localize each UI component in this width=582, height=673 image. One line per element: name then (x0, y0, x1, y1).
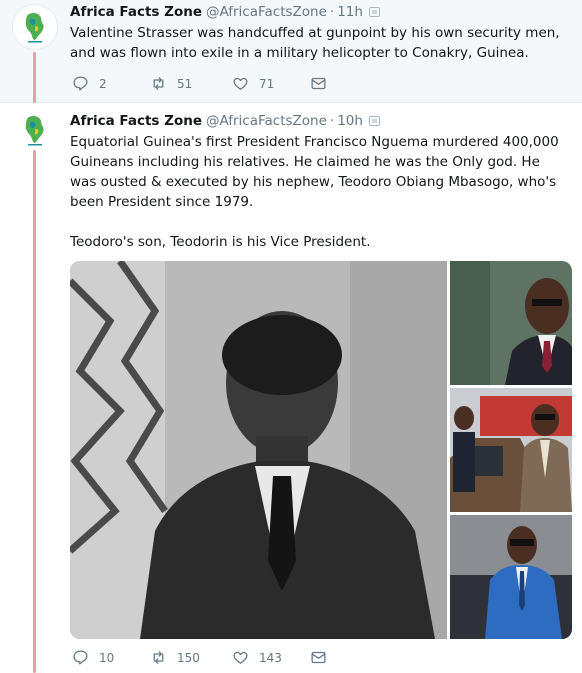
reply-count: 2 (99, 76, 107, 91)
tweet-media-grid (70, 261, 572, 639)
photo-main[interactable] (70, 261, 447, 639)
like-button[interactable]: 143 (232, 649, 310, 666)
tweet-text: Equatorial Guinea's first President Fran… (70, 134, 559, 250)
direct-message-button[interactable] (310, 649, 327, 666)
reply-button[interactable]: 2 (72, 75, 150, 92)
author-name[interactable]: Africa Facts Zone (70, 112, 202, 130)
avatar[interactable] (12, 4, 58, 50)
like-button[interactable]: 71 (232, 75, 310, 92)
tweet-header: Africa Facts Zone @AfricaFactsZone · 10h (70, 112, 570, 130)
retweet-button[interactable]: 51 (150, 75, 232, 92)
photo-teodorin-car (450, 388, 572, 512)
tweet-header: Africa Facts Zone @AfricaFactsZone · 11h (70, 3, 570, 21)
reply-icon (73, 650, 88, 665)
tweet-content: Africa Facts Zone @AfricaFactsZone · 10h… (70, 112, 570, 252)
photo-teodoro-obiang (450, 261, 572, 385)
thread-connector-line (33, 150, 36, 673)
tweet-content: Africa Facts Zone @AfricaFactsZone · 11h… (70, 3, 570, 63)
like-count: 143 (259, 650, 282, 665)
photo-side-3[interactable] (450, 515, 572, 639)
heart-icon (233, 651, 248, 664)
avatar[interactable] (12, 107, 58, 153)
africa-facts-zone-logo-icon (25, 115, 44, 146)
thread-connector-line (33, 52, 36, 103)
author-handle[interactable]: @AfricaFactsZone (206, 3, 327, 21)
reply-icon (73, 76, 88, 91)
caret-down-icon[interactable] (368, 7, 380, 17)
tweet-1[interactable]: Africa Facts Zone @AfricaFactsZone · 11h… (0, 0, 582, 103)
author-handle[interactable]: @AfricaFactsZone (206, 112, 327, 130)
direct-message-button[interactable] (310, 75, 327, 92)
retweet-icon (153, 651, 164, 664)
envelope-icon (311, 77, 326, 90)
caret-down-icon[interactable] (368, 116, 380, 126)
reply-count: 10 (99, 650, 115, 665)
author-name[interactable]: Africa Facts Zone (70, 3, 202, 21)
tweet-actions: 10 150 143 (72, 649, 327, 666)
tweet-text: Valentine Strasser was handcuffed at gun… (70, 25, 564, 61)
photo-side-2[interactable] (450, 388, 572, 512)
retweet-count: 51 (177, 76, 193, 91)
retweet-button[interactable]: 150 (150, 649, 232, 666)
timestamp[interactable]: 11h (337, 3, 363, 21)
photo-teodorin-blue-suit (450, 515, 572, 639)
reply-button[interactable]: 10 (72, 649, 150, 666)
separator-dot: · (329, 113, 335, 129)
heart-icon (233, 77, 248, 90)
separator-dot: · (329, 4, 335, 20)
like-count: 71 (259, 76, 275, 91)
africa-facts-zone-logo-icon (25, 12, 44, 43)
timestamp[interactable]: 10h (337, 112, 363, 130)
tweet-actions: 2 51 71 (72, 75, 327, 92)
retweet-icon (153, 77, 164, 90)
photo-side-1[interactable] (450, 261, 572, 385)
photo-francisco-nguema (70, 261, 447, 639)
envelope-icon (311, 651, 326, 664)
retweet-count: 150 (177, 650, 200, 665)
tweet-2[interactable]: Africa Facts Zone @AfricaFactsZone · 10h… (0, 103, 582, 673)
